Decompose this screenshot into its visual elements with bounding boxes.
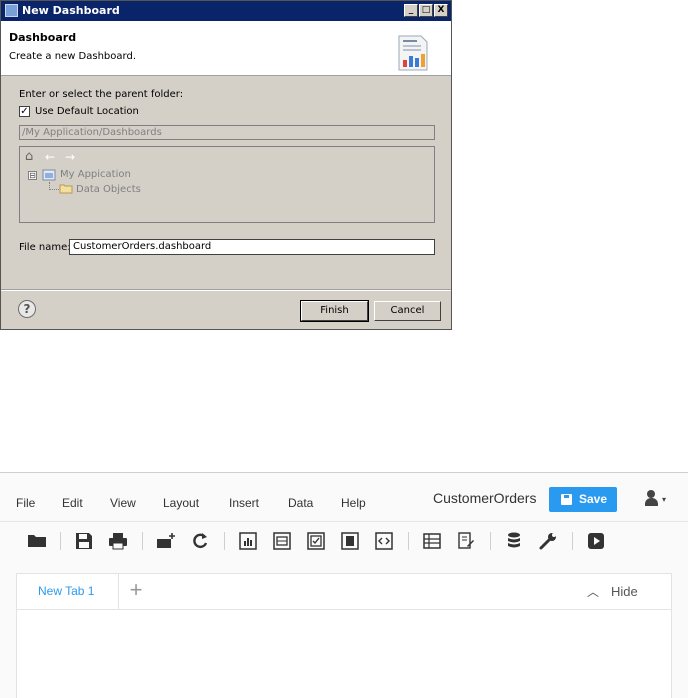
chevron-up-icon: ︿ xyxy=(587,585,600,599)
dialog-separator xyxy=(1,289,451,291)
play-icon[interactable] xyxy=(585,530,607,552)
menu-data[interactable]: Data xyxy=(288,496,313,510)
home-icon[interactable]: ⌂ xyxy=(25,150,39,164)
tree-node-data-objects[interactable]: Data Objects xyxy=(76,184,141,195)
open-folder-icon[interactable] xyxy=(26,530,48,552)
finish-button[interactable]: Finish xyxy=(300,300,369,322)
code-widget-icon[interactable] xyxy=(373,530,395,552)
dashboard-canvas: New Tab 1 + ︿ Hide xyxy=(16,573,672,698)
edit-document-icon[interactable] xyxy=(455,530,477,552)
tab-bar: New Tab 1 + ︿ Hide xyxy=(17,574,671,610)
close-button[interactable]: X xyxy=(434,4,448,17)
database-icon[interactable] xyxy=(503,530,525,552)
toolbar-separator xyxy=(60,532,61,550)
toolbar-separator xyxy=(142,532,143,550)
help-icon[interactable]: ? xyxy=(18,300,36,318)
toolbar-separator xyxy=(224,532,225,550)
menu-file[interactable]: File xyxy=(16,496,35,510)
menu-layout[interactable]: Layout xyxy=(163,496,199,510)
banner-description: Create a new Dashboard. xyxy=(9,51,136,62)
chevron-down-icon: ▾ xyxy=(662,495,667,504)
toolbar-separator xyxy=(408,532,409,550)
save-label: Save xyxy=(579,492,608,506)
document-title: CustomerOrders xyxy=(433,490,537,506)
use-default-location-checkbox[interactable]: ✓ xyxy=(19,106,30,117)
window-app-icon xyxy=(5,4,18,17)
refresh-icon[interactable] xyxy=(189,530,211,552)
forward-arrow-icon[interactable]: → xyxy=(65,150,79,164)
back-arrow-icon[interactable]: ← xyxy=(45,150,59,164)
tab-label: New Tab 1 xyxy=(38,584,95,598)
new-dashboard-dialog: New Dashboard _ □ X Dashboard Create a n… xyxy=(0,0,452,330)
menu-view[interactable]: View xyxy=(110,496,136,510)
dashboard-editor: File Edit View Layout Insert Data Help C… xyxy=(0,472,688,698)
cancel-button[interactable]: Cancel xyxy=(374,301,441,321)
file-name-label: File name: xyxy=(19,242,71,253)
project-icon xyxy=(42,169,56,181)
user-menu[interactable]: ▾ xyxy=(645,490,673,510)
dialog-titlebar[interactable]: New Dashboard _ □ X xyxy=(1,1,451,21)
menu-help[interactable]: Help xyxy=(341,496,366,510)
banner-heading: Dashboard xyxy=(9,31,77,44)
folder-icon xyxy=(59,184,73,194)
parent-folder-label: Enter or select the parent folder: xyxy=(19,89,184,100)
toolbar-separator xyxy=(572,532,573,550)
tree-node-root[interactable]: My Appication xyxy=(60,169,131,180)
minimize-button[interactable]: _ xyxy=(404,4,418,17)
user-icon xyxy=(647,490,655,498)
hide-button[interactable]: ︿ Hide xyxy=(587,582,657,602)
toolbar xyxy=(0,521,688,559)
menubar: File Edit View Layout Insert Data Help C… xyxy=(0,473,688,521)
save-icon xyxy=(561,494,572,505)
add-widget-icon[interactable] xyxy=(155,530,177,552)
table-widget-icon[interactable] xyxy=(271,530,293,552)
toolbar-separator xyxy=(490,532,491,550)
grid-view-icon[interactable] xyxy=(421,530,443,552)
checkbox-widget-icon[interactable] xyxy=(305,530,327,552)
add-tab-icon[interactable]: + xyxy=(125,579,147,602)
chart-widget-icon[interactable] xyxy=(237,530,259,552)
dashboard-icon xyxy=(398,35,428,71)
save-button[interactable]: Save xyxy=(549,487,617,512)
tab-new-tab-1[interactable]: New Tab 1 xyxy=(17,574,119,610)
tree-collapse-icon[interactable]: ⊟ xyxy=(28,171,37,180)
filter-widget-icon[interactable] xyxy=(339,530,361,552)
hide-label: Hide xyxy=(611,584,638,599)
print-icon[interactable] xyxy=(107,530,129,552)
user-icon-body xyxy=(645,498,658,506)
dialog-title: New Dashboard xyxy=(22,4,120,17)
save-icon[interactable] xyxy=(73,530,95,552)
location-path-field: /My Application/Dashboards xyxy=(19,125,435,140)
menu-insert[interactable]: Insert xyxy=(229,496,259,510)
tree-connector xyxy=(49,182,59,190)
folder-tree[interactable]: ⌂ ← → ⊟ My Appication Data Objects xyxy=(19,146,435,223)
use-default-location-label[interactable]: Use Default Location xyxy=(35,106,139,117)
file-name-input[interactable]: CustomerOrders.dashboard xyxy=(69,239,435,255)
wrench-icon[interactable] xyxy=(537,530,559,552)
menu-edit[interactable]: Edit xyxy=(62,496,83,510)
maximize-button[interactable]: □ xyxy=(419,4,433,17)
dialog-banner: Dashboard Create a new Dashboard. xyxy=(1,21,451,76)
